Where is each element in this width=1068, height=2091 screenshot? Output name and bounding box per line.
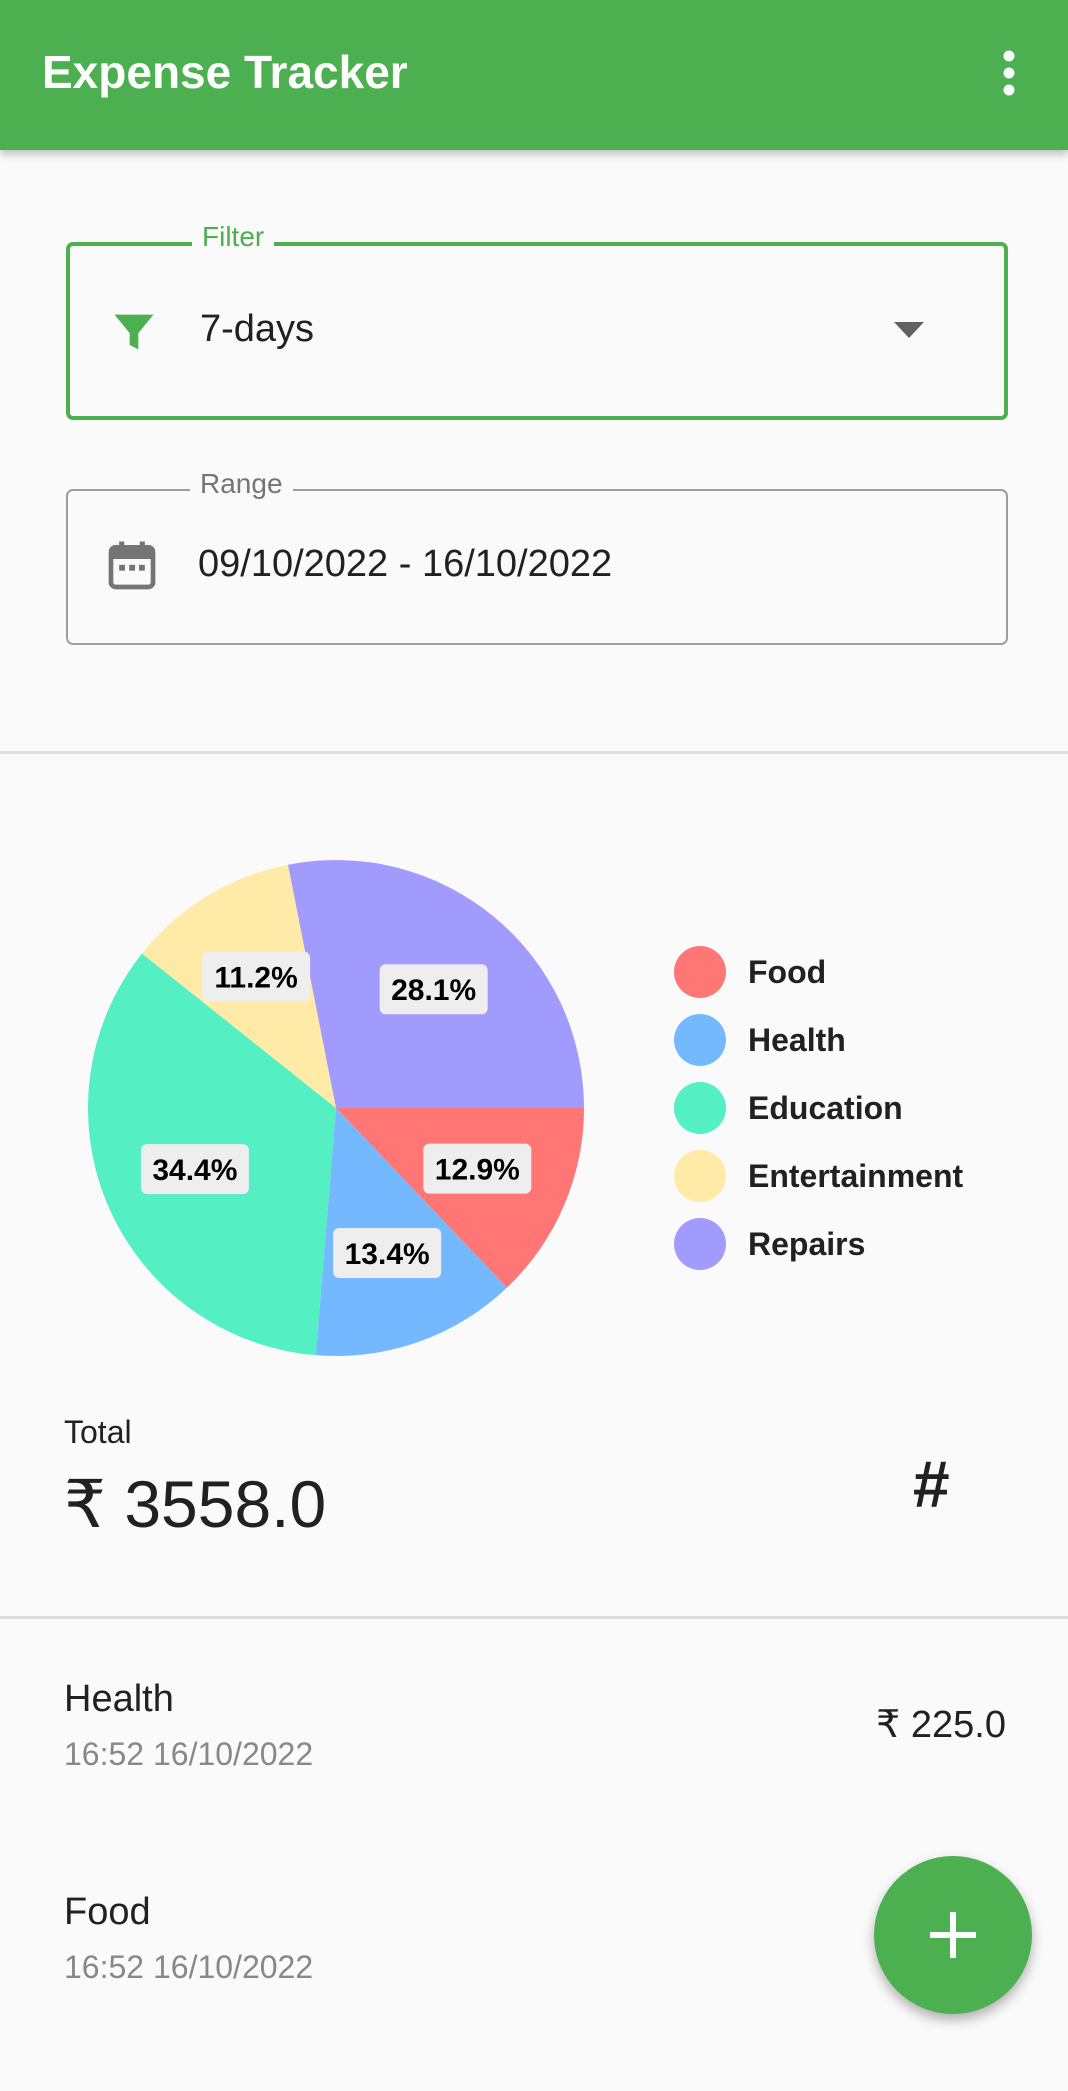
range-value: 09/10/2022 - 16/10/2022 [198, 543, 613, 585]
transaction-category: Food [64, 1891, 151, 1933]
range-label: Range [190, 467, 293, 501]
arrow-drop-down-icon [894, 322, 924, 338]
divider [0, 751, 1068, 754]
legend-swatch [674, 1082, 726, 1134]
legend-label: Food [748, 954, 827, 990]
data-label-repairs: 28.1% [391, 974, 476, 1007]
total-value: ₹ 3558.0 [64, 1467, 327, 1541]
legend-label: Education [748, 1090, 903, 1126]
divider [0, 1616, 1068, 1619]
filter-icon [114, 314, 154, 350]
expense-pie-chart: 12.9% 13.4% 34.4% 11.2% 28.1% [88, 860, 584, 1356]
data-label-health: 13.4% [345, 1238, 430, 1271]
transaction-time: 16:52 16/10/2022 [64, 1736, 314, 1772]
range-field[interactable]: Range 09/10/2022 - 16/10/2022 [66, 467, 1008, 645]
filter-value: 7-days [200, 308, 315, 350]
more-vert-icon [1003, 50, 1015, 96]
calendar-icon [108, 541, 156, 590]
data-label-entertainment: 11.2% [214, 962, 297, 995]
app-bar: Expense Tracker [0, 0, 1068, 150]
filter-dropdown[interactable]: Filter 7-days [66, 220, 1008, 420]
legend-swatch [674, 1014, 726, 1066]
legend-label: Health [748, 1022, 846, 1058]
list-item[interactable]: Health 16:52 16/10/2022 ₹ 225.0 [0, 1678, 1068, 1878]
transaction-category: Health [64, 1678, 174, 1720]
add-icon [930, 1912, 976, 1958]
legend-swatch [674, 1150, 726, 1202]
more-options-button[interactable] [990, 44, 1030, 104]
legend-swatch [674, 1218, 726, 1270]
add-expense-button[interactable] [874, 1856, 1032, 2014]
app-title: Expense Tracker [42, 46, 408, 98]
legend-label: Entertainment [748, 1158, 964, 1194]
legend-label: Repairs [748, 1226, 866, 1262]
legend-swatch [674, 946, 726, 998]
data-label-food: 12.9% [435, 1154, 520, 1187]
filter-label: Filter [192, 220, 275, 254]
transaction-amount: ₹ 225.0 [876, 1704, 1006, 1746]
data-label-education: 34.4% [152, 1154, 237, 1187]
total-label: Total [64, 1414, 132, 1450]
hash-icon[interactable]: # [912, 1446, 949, 1522]
transaction-time: 16:52 16/10/2022 [64, 1949, 314, 1985]
